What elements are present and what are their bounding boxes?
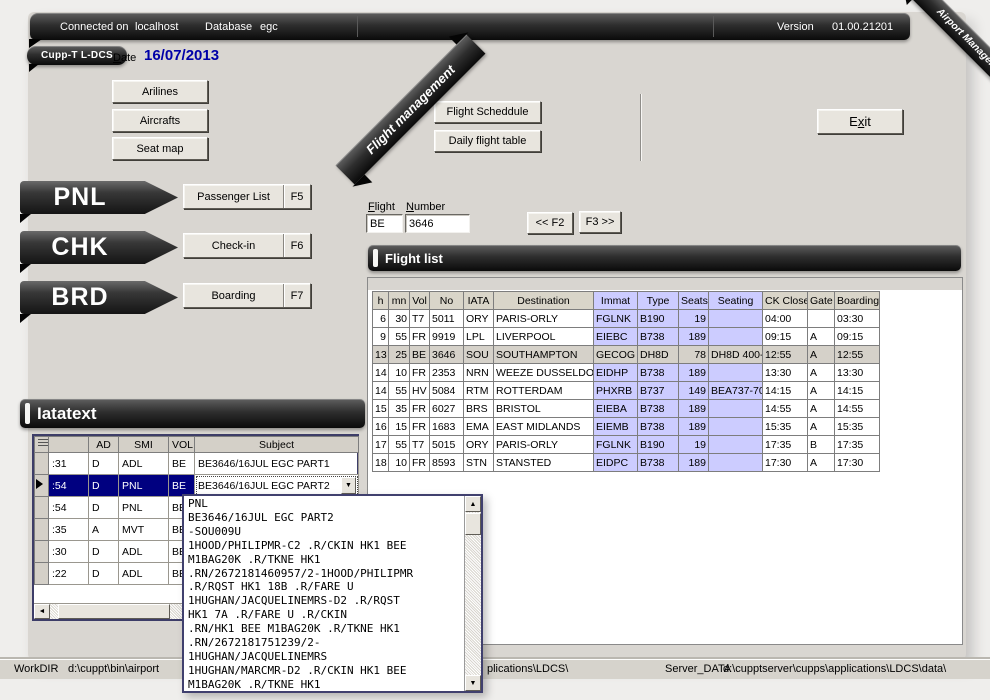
exit-button[interactable]: Exit (817, 109, 903, 134)
airport-manager-ribbon: Airport Manager (905, 0, 990, 85)
f5-key-label: F5 (283, 185, 310, 208)
app-tab-cuppt-ldcs[interactable]: Cupp-T L-DCS (27, 46, 127, 65)
app-window: Connected on localhost Database egc Vers… (0, 0, 990, 700)
seat-map-button[interactable]: Seat map (112, 137, 208, 160)
flight-col-header[interactable]: No (430, 292, 464, 310)
flight-table-header-row: hmnVolNoIATADestinationImmatTypeSeatsSea… (373, 292, 880, 310)
flight-col-header[interactable]: Seats (679, 292, 709, 310)
pnl-banner: PNL (20, 181, 178, 214)
vertical-divider (640, 94, 641, 161)
iatatext-header-row: ADSMIVOLSubject (35, 437, 359, 453)
iatatext-col-header[interactable] (35, 437, 49, 453)
workdir-value: d:\cuppt\bin\airport (68, 663, 159, 675)
titlebar-separator (713, 16, 714, 37)
page-curl (29, 64, 39, 72)
iatatext-col-header[interactable]: AD (89, 437, 119, 453)
boarding-button[interactable]: BoardingF7 (183, 283, 311, 308)
date-label: Date (113, 52, 136, 64)
flight-table: hmnVolNoIATADestinationImmatTypeSeatsSea… (372, 291, 880, 472)
titlebar-separator (357, 16, 358, 37)
header-notch (25, 403, 30, 424)
flight-col-header[interactable]: mn (389, 292, 410, 310)
flight-row[interactable]: 1615FR1683EMAEAST MIDLANDSEIEMBB73818915… (373, 418, 880, 436)
next-flight-button[interactable]: F3 >> (579, 211, 621, 233)
flight-col-header[interactable]: h (373, 292, 389, 310)
flight-row[interactable]: 1810FR8593STNSTANSTEDEIDPCB73818917:30A1… (373, 454, 880, 472)
flight-col-header[interactable]: Gate (808, 292, 835, 310)
flight-col-header[interactable]: Type (638, 292, 679, 310)
page-curl (20, 264, 31, 273)
iatatext-row[interactable]: :31DADLBEBE3646/16JUL EGC PART1 (35, 453, 359, 475)
version-value: 01.00.21201 (832, 21, 893, 33)
pnl-message-popup: PNL BE3646/16JUL EGC PART2 -SOU009U 1HOO… (182, 494, 483, 693)
corner-ribbon-box: Airport Manager (905, 0, 990, 85)
flight-row[interactable]: 1325BE3646SOUSOUTHAMPTONGECOGDH8D78DH8D … (373, 346, 880, 364)
database-value: egc (260, 21, 278, 33)
version-label: Version (777, 21, 814, 33)
connected-value: localhost (135, 21, 178, 33)
flight-col-header[interactable]: IATA (464, 292, 494, 310)
flight-number-input[interactable] (405, 214, 470, 233)
current-row-marker (36, 479, 43, 489)
flight-row[interactable]: 955FR9919LPLLIVERPOOLEIEBCB73818909:15A0… (373, 328, 880, 346)
page-curl (20, 314, 31, 323)
number-label: Number (406, 201, 445, 213)
flight-code-input[interactable] (366, 214, 403, 233)
f7-key-label: F7 (283, 284, 310, 307)
previous-flight-button[interactable]: << F2 (527, 212, 573, 234)
airlines-button[interactable]: Arilines (112, 80, 208, 103)
scroll-down-button[interactable]: ▼ (465, 675, 481, 691)
scroll-up-button[interactable]: ▲ (465, 496, 481, 512)
flight-row[interactable]: 1455HV5084RTMROTTERDAMPHXRBB737149BEA737… (373, 382, 880, 400)
iatatext-col-header[interactable]: Subject (195, 437, 359, 453)
title-bar: Connected on localhost Database egc Vers… (30, 13, 910, 40)
client-data-fragment: plications\LDCS\ (487, 663, 568, 675)
flight-list-header: Flight list (368, 245, 961, 271)
flight-col-header[interactable]: Vol (410, 292, 430, 310)
flight-row[interactable]: 1535FR6027BRSBRISTOLEIEBAB73818914:55A14… (373, 400, 880, 418)
chk-banner: CHK (20, 231, 178, 264)
scroll-left-button[interactable]: ◄ (34, 604, 50, 619)
flight-schedule-button[interactable]: Flight Scheddule (434, 101, 541, 123)
server-data-label: Server_DATA (665, 663, 731, 675)
iatatext-col-header[interactable]: VOL (169, 437, 195, 453)
date-value: 16/07/2013 (144, 47, 219, 64)
flight-col-header[interactable]: CK Close (763, 292, 808, 310)
check-in-button[interactable]: Check-inF6 (183, 233, 311, 258)
flight-col-header[interactable]: Boarding (835, 292, 880, 310)
vertical-scrollbar[interactable]: ▲ ▼ (464, 496, 481, 691)
passenger-list-button[interactable]: Passenger ListF5 (183, 184, 311, 209)
aircrafts-button[interactable]: Aircrafts (112, 109, 208, 132)
grid-selector-icon (38, 439, 49, 448)
f6-key-label: F6 (283, 234, 310, 257)
page-curl (20, 214, 31, 223)
flight-col-header[interactable]: Immat (594, 292, 638, 310)
workdir-label: WorkDIR (14, 663, 58, 675)
connected-label: Connected on (60, 21, 129, 33)
flight-row[interactable]: 1755T75015ORYPARIS-ORLYFGLNKB1901917:35B… (373, 436, 880, 454)
pnl-message-text: PNL BE3646/16JUL EGC PART2 -SOU009U 1HOO… (184, 496, 481, 693)
iatatext-col-header[interactable]: SMI (119, 437, 169, 453)
flight-col-header[interactable]: Destination (494, 292, 594, 310)
flight-label: Flight (368, 201, 395, 213)
database-label: Database (205, 21, 252, 33)
iatatext-header: Iatatext (20, 399, 365, 428)
scrollbar-thumb[interactable] (58, 604, 170, 619)
server-data-value: d:\cupptserver\cupps\applications\LDCS\d… (723, 663, 946, 675)
subject-dropdown-button[interactable]: ▼ (341, 477, 356, 494)
scrollbar-thumb[interactable] (465, 513, 481, 535)
header-notch (373, 249, 378, 267)
status-bar: WorkDIR d:\cuppt\bin\airport plications\… (0, 659, 990, 679)
brd-banner: BRD (20, 281, 178, 314)
iatatext-col-header[interactable] (49, 437, 89, 453)
flight-row[interactable]: 1410FR2353NRNWEEZE DUSSELDORFEIDHPB73818… (373, 364, 880, 382)
flight-row[interactable]: 630T75011ORYPARIS-ORLYFGLNKB1901904:0003… (373, 310, 880, 328)
daily-flight-table-button[interactable]: Daily flight table (434, 130, 541, 152)
flight-col-header[interactable]: Seating (709, 292, 763, 310)
